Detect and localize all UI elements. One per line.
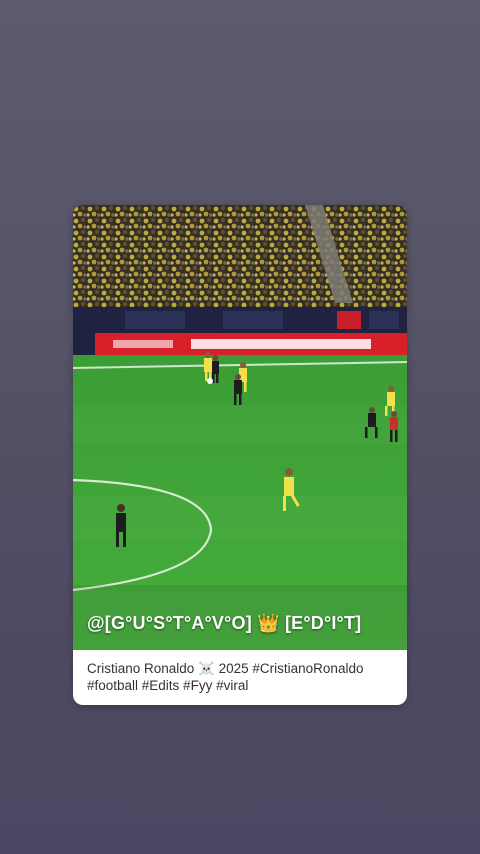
caption-line: Cristiano Ronaldo ☠️ 2025 #CristianoRona… [87, 661, 364, 676]
overlay-username-text: @[G°U°S°T°A°V°O] 👑 [E°D°I°T] [87, 613, 362, 633]
video-frame[interactable]: @[G°U°S°T°A°V°O] 👑 [E°D°I°T] [73, 205, 407, 650]
caption: Cristiano Ronaldo ☠️ 2025 #CristianoRona… [73, 650, 407, 705]
caption-hashtags: #football #Edits #Fyy #viral [87, 678, 249, 693]
story-card[interactable]: @[G°U°S°T°A°V°O] 👑 [E°D°I°T] Cristiano R… [73, 205, 407, 705]
football-scene [73, 205, 407, 650]
